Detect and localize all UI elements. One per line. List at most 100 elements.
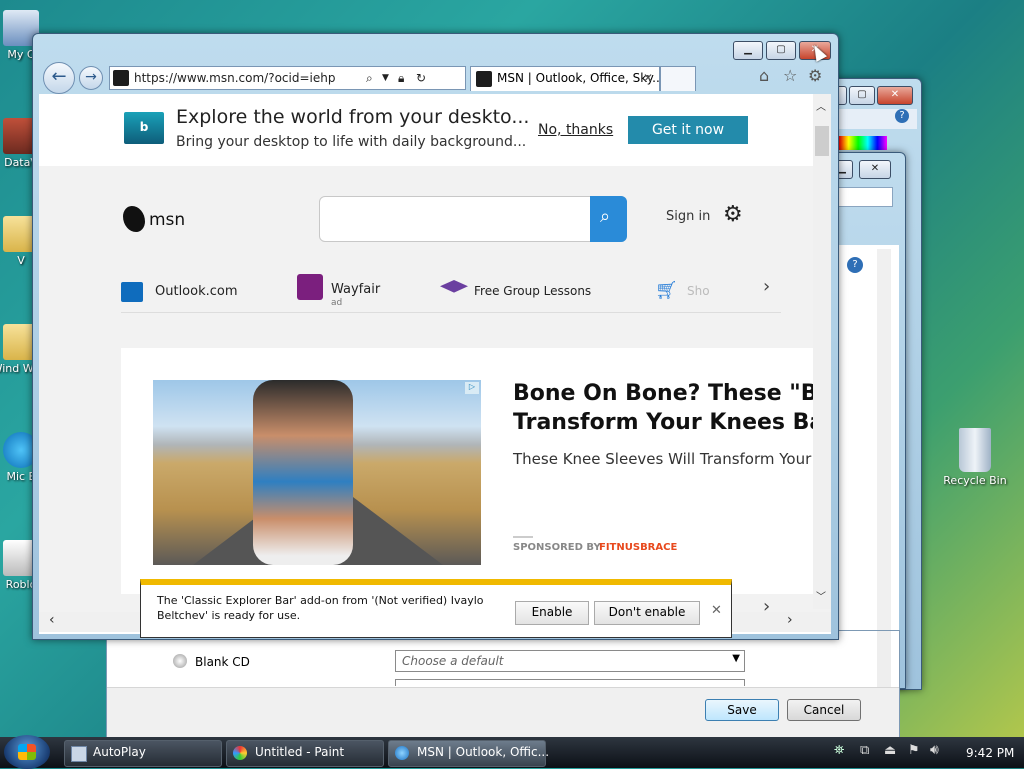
dont-enable-button[interactable]: Don't enable	[594, 601, 700, 625]
search-icon: ⌕	[600, 206, 611, 227]
help-icon[interactable]: ?	[847, 257, 863, 273]
ie-minimize-button[interactable]: ▁	[733, 41, 763, 60]
banner-title: Explore the world from your deskto...	[176, 106, 530, 128]
outlook-icon	[121, 282, 143, 302]
autoplay-window[interactable]: Blank CD Choose a default ▼ Save Cancel	[106, 630, 900, 738]
page-content: b Explore the world from your deskto... …	[39, 94, 831, 634]
clock[interactable]: 9:42 PM	[966, 746, 1014, 760]
desktop-icon-label: My C	[7, 48, 35, 61]
blank-cd-default-select[interactable]: Choose a default ▼	[395, 650, 745, 672]
close-tab-icon[interactable]: ✕	[643, 67, 653, 89]
favorites-star-icon[interactable]: ☆	[783, 66, 797, 85]
msn-logo[interactable]: msn	[149, 210, 185, 230]
msn-settings-gear-icon[interactable]: ⚙	[723, 202, 743, 227]
language-bar-icon[interactable]: ⛯	[834, 743, 844, 758]
ad-headline-1[interactable]: Bone On Bone? These "Bionic	[513, 381, 831, 406]
ie-window[interactable]: ▁ ▢ ✕ ← → https://www.msn.com/?ocid=iehp…	[32, 33, 839, 640]
scroll-right-arrow-icon[interactable]: ›	[787, 612, 793, 628]
msn-favicon-icon	[113, 70, 129, 86]
start-button[interactable]	[4, 735, 50, 769]
bing-wallpaper-icon: b	[124, 112, 164, 144]
scroll-thumb[interactable]	[815, 126, 829, 156]
tab-msn[interactable]: MSN | Outlook, Office, Sky... ✕	[470, 66, 664, 91]
chevron-down-icon[interactable]: ▼	[382, 67, 389, 89]
wallpaper-banner: b Explore the world from your deskto... …	[39, 94, 831, 166]
carousel-next-icon[interactable]: ›	[763, 596, 770, 617]
desktop-icon-label: V	[17, 254, 25, 267]
search-icon[interactable]: ⌕	[366, 67, 373, 89]
chevron-down-icon: ▼	[732, 653, 740, 664]
banner-subtitle: Bring your desktop to life with daily ba…	[176, 134, 527, 150]
paint-icon	[233, 746, 247, 760]
cart-icon: 🛒︎	[655, 280, 678, 301]
lock-icon[interactable]: 🔒︎	[398, 67, 404, 89]
get-it-now-button[interactable]: Get it now	[628, 116, 748, 144]
close-notification-icon[interactable]: ✕	[711, 603, 722, 618]
autoplay-scrollbar[interactable]	[877, 631, 891, 687]
sponsor-name[interactable]: FITNUSBRACE	[599, 542, 677, 553]
ie-vertical-scrollbar[interactable]: ︿ ﹀	[813, 94, 831, 609]
next-select[interactable]	[395, 679, 745, 686]
settings-gear-icon[interactable]: ⚙	[808, 66, 822, 85]
safely-remove-icon[interactable]: ⏏	[884, 743, 896, 758]
back-button[interactable]: ←	[43, 62, 75, 94]
taskbar-item-ie[interactable]: MSN | Outlook, Offic...	[388, 740, 550, 767]
recycle-bin-icon	[959, 428, 991, 472]
blank-cd-label: Blank CD	[195, 655, 250, 669]
chevron-right-icon[interactable]: ›	[763, 276, 770, 297]
scroll-up-arrow-icon[interactable]: ︿	[816, 98, 826, 113]
explorer-close-button[interactable]: ✕	[859, 160, 891, 179]
paint-close-button[interactable]: ✕	[877, 86, 913, 105]
cancel-button[interactable]: Cancel	[787, 699, 861, 721]
explorer-scrollbar[interactable]	[877, 249, 891, 679]
desktop-icon-label: Recycle Bin	[943, 474, 1007, 487]
no-thanks-link[interactable]: No, thanks	[538, 122, 613, 138]
taskbar-label: MSN | Outlook, Offic...	[417, 745, 550, 759]
ad-body: These Knee Sleeves Will Transform Your K…	[513, 450, 831, 468]
ie-maximize-button[interactable]: ▢	[766, 41, 796, 60]
addon-notification: The 'Classic Explorer Bar' add-on from '…	[140, 579, 732, 638]
msn-search-input[interactable]	[319, 196, 627, 242]
windows-logo-icon	[18, 744, 36, 760]
scroll-down-arrow-icon[interactable]: ﹀	[816, 588, 826, 603]
ad-headline-2[interactable]: Transform Your Knees Back 1	[513, 410, 831, 435]
forward-button[interactable]: →	[79, 66, 103, 90]
address-text: https://www.msn.com/?ocid=iehp	[134, 71, 336, 85]
scroll-left-arrow-icon[interactable]: ‹	[49, 612, 55, 628]
adchoices-icon[interactable]: ▷	[465, 382, 479, 394]
autoplay-footer	[107, 687, 899, 738]
paint-maximize-button[interactable]: ▢	[849, 86, 875, 105]
explorer-search-box[interactable]	[837, 187, 893, 207]
msn-butterfly-icon[interactable]	[123, 206, 145, 232]
home-icon[interactable]: ⌂	[759, 66, 769, 85]
taskbar-item-paint[interactable]: Untitled - Paint	[226, 740, 384, 767]
addon-notification-text: The 'Classic Explorer Bar' add-on from '…	[157, 594, 484, 622]
taskbar-label: AutoPlay	[93, 745, 146, 759]
volume-icon[interactable]: 🔊︎	[930, 742, 939, 758]
help-icon[interactable]: ?	[895, 109, 909, 123]
blank-cd-icon	[173, 654, 187, 668]
msn-search-button[interactable]: ⌕	[590, 196, 627, 242]
desktop-icon-recycle-bin[interactable]: Recycle Bin	[940, 428, 1010, 487]
new-tab-button[interactable]	[660, 66, 696, 91]
quicklink-label: Free Group Lessons	[474, 284, 592, 298]
ad-image-runner	[253, 380, 353, 565]
sign-in-link[interactable]: Sign in	[666, 209, 710, 224]
address-bar[interactable]: https://www.msn.com/?ocid=iehp ⌕ ▼ 🔒︎ ↻	[109, 66, 466, 90]
ad-divider	[513, 536, 533, 538]
taskbar-item-autoplay[interactable]: AutoPlay	[64, 740, 222, 767]
ad-label: ad	[331, 298, 343, 308]
enable-button[interactable]: Enable	[515, 601, 589, 625]
sponsored-ad-card[interactable]: ▷ Bone On Bone? These "Bionic Transform …	[121, 348, 831, 594]
taskbar-label: Untitled - Paint	[255, 745, 345, 759]
graduation-cap-icon	[440, 280, 468, 293]
refresh-icon[interactable]: ↻	[416, 67, 426, 89]
action-center-icon[interactable]: ⚑	[908, 743, 920, 758]
save-button[interactable]: Save	[705, 699, 779, 721]
taskbar: AutoPlay Untitled - Paint MSN | Outlook,…	[0, 735, 1024, 769]
network-icon[interactable]: ⧉	[860, 743, 869, 758]
paint-color-palette[interactable]	[839, 136, 887, 150]
quicklink-label: Wayfair	[331, 282, 381, 297]
msn-favicon-icon	[476, 71, 492, 87]
quicklink-label: Sho	[687, 284, 710, 298]
